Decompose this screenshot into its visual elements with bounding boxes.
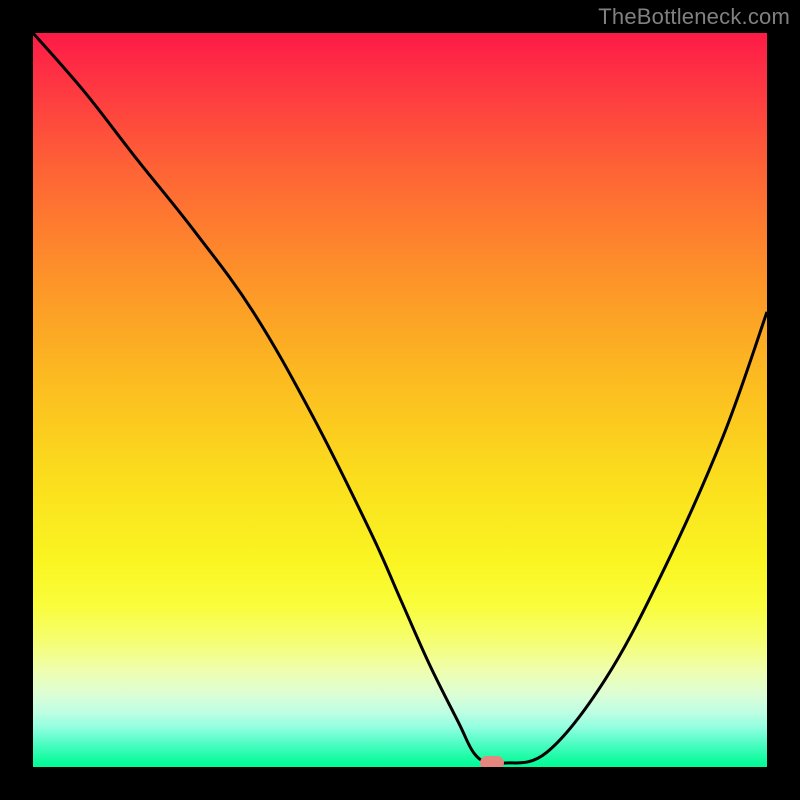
watermark-text: TheBottleneck.com <box>598 4 790 30</box>
curve-path <box>33 33 767 765</box>
optimal-point-marker <box>480 756 504 767</box>
plot-area <box>33 33 767 767</box>
chart-frame: TheBottleneck.com <box>0 0 800 800</box>
bottleneck-curve <box>33 33 767 767</box>
